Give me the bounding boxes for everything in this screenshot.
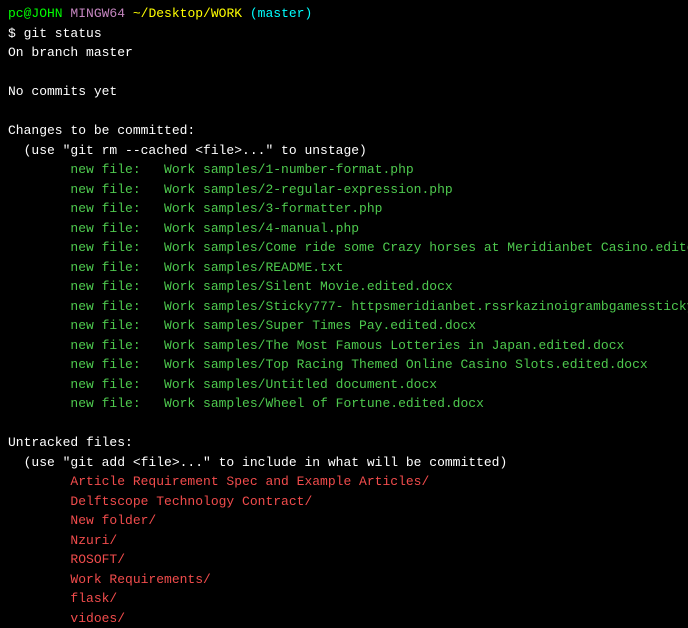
staged-file: new file: Work samples/Super Times Pay.e… [8, 316, 680, 336]
staged-file: new file: Work samples/Top Racing Themed… [8, 355, 680, 375]
staged-file: new file: Work samples/README.txt [8, 258, 680, 278]
untracked-file: Work Requirements/ [8, 570, 680, 590]
branch-info: On branch master [8, 43, 680, 63]
untracked-header: Untracked files: [8, 433, 680, 453]
staged-file: new file: Work samples/Untitled document… [8, 375, 680, 395]
prompt-branch: (master) [250, 6, 312, 21]
staged-file: new file: Work samples/Sticky777- httpsm… [8, 297, 680, 317]
staged-file: new file: Work samples/The Most Famous L… [8, 336, 680, 356]
staged-file: new file: Work samples/Come ride some Cr… [8, 238, 680, 258]
untracked-hint: (use "git add <file>..." to include in w… [8, 453, 680, 473]
staged-file: new file: Work samples/2-regular-express… [8, 180, 680, 200]
unstage-hint: (use "git rm --cached <file>..." to unst… [8, 141, 680, 161]
prompt-user: pc@JOHN [8, 6, 63, 21]
staged-file: new file: Work samples/3-formatter.php [8, 199, 680, 219]
staged-file: new file: Work samples/Silent Movie.edit… [8, 277, 680, 297]
untracked-file: vidoes/ [8, 609, 680, 628]
untracked-file: flask/ [8, 589, 680, 609]
untracked-file: Delftscope Technology Contract/ [8, 492, 680, 512]
no-commits: No commits yet [8, 82, 680, 102]
command-line[interactable]: $ git status [8, 24, 680, 44]
shell-prompt: pc@JOHN MINGW64 ~/Desktop/WORK (master) [8, 4, 680, 24]
untracked-file: New folder/ [8, 511, 680, 531]
prompt-host: MINGW64 [70, 6, 125, 21]
changes-header: Changes to be committed: [8, 121, 680, 141]
staged-file: new file: Work samples/4-manual.php [8, 219, 680, 239]
staged-file: new file: Work samples/Wheel of Fortune.… [8, 394, 680, 414]
untracked-files-list: Article Requirement Spec and Example Art… [8, 472, 680, 628]
staged-file: new file: Work samples/1-number-format.p… [8, 160, 680, 180]
untracked-file: ROSOFT/ [8, 550, 680, 570]
prompt-path: ~/Desktop/WORK [133, 6, 242, 21]
untracked-file: Article Requirement Spec and Example Art… [8, 472, 680, 492]
untracked-file: Nzuri/ [8, 531, 680, 551]
staged-files-list: new file: Work samples/1-number-format.p… [8, 160, 680, 414]
